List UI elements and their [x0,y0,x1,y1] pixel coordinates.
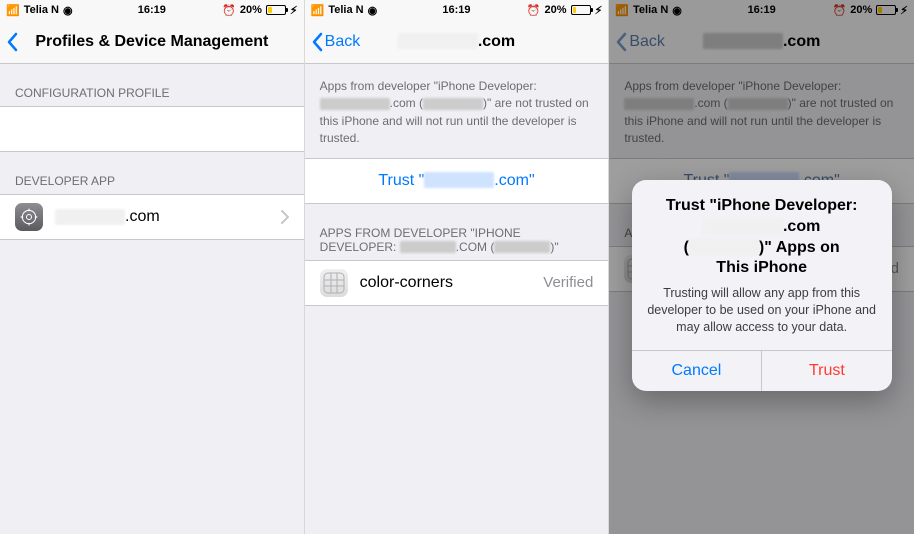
apps-section-header: APPS FROM DEVELOPER "IPHONE DEVELOPER: .… [305,204,609,260]
trust-alert: Trust "iPhone Developer: .com ()" Apps o… [632,180,892,391]
developer-app-cell[interactable]: .com [0,195,304,239]
section-header-devapp: DEVELOPER APP [0,152,304,194]
profile-group [0,106,304,152]
screen-trust-alert: 📶 Telia N ◉ 16:19 ⏰ 20% ⚡︎ Back .com [609,0,914,534]
back-button[interactable]: Back [311,20,361,63]
verified-label: Verified [543,274,593,291]
trust-confirm-button[interactable]: Trust [761,351,892,391]
redacted-hdr-a [400,241,456,253]
settings-gear-icon [15,203,43,231]
alert-title: Trust "iPhone Developer: .com ()" Apps o… [646,196,878,279]
redacted-dev-b [423,98,483,110]
trust-button[interactable]: Trust ".com" [305,159,609,203]
chevron-left-icon [311,32,323,52]
screen-developer-detail: 📶 Telia N ◉ 16:19 ⏰ 20% ⚡︎ Back .com [305,0,610,534]
clock: 16:19 [305,4,609,16]
alert-buttons: Cancel Trust [632,350,892,391]
app-name: color-corners [360,274,453,292]
alert-message: Trusting will allow any app from this de… [646,285,878,336]
section-header-profile: CONFIGURATION PROFILE [0,64,304,106]
apps-group: color-corners Verified [305,260,609,306]
battery-icon [266,5,286,15]
trust-label: Trust ".com" [320,172,594,190]
redacted-trust [424,172,494,188]
app-grid-icon [320,269,348,297]
chevron-right-icon [281,210,289,224]
nav-bar: Profiles & Device Management [0,20,304,64]
trust-group: Trust ".com" [305,158,609,204]
back-label: Back [325,33,361,51]
page-title: Profiles & Device Management [35,33,268,51]
clock: 16:19 [0,4,304,16]
battery-icon [571,5,591,15]
redacted-dev-a [320,98,390,110]
back-button[interactable] [6,20,20,63]
screen-profiles: 📶 Telia N ◉ 16:19 ⏰ 20% ⚡︎ Profiles & De… [0,0,305,534]
trust-description: Apps from developer "iPhone Developer: .… [305,64,609,158]
redacted-devname [55,209,125,225]
cancel-button[interactable]: Cancel [632,351,762,391]
profile-cell[interactable] [0,107,304,151]
redacted-hdr-b [494,241,550,253]
redacted-title [398,33,478,49]
devapp-group: .com [0,194,304,240]
nav-bar: Back .com [305,20,609,64]
chevron-left-icon [6,32,18,52]
status-bar: 📶 Telia N ◉ 16:19 ⏰ 20% ⚡︎ [0,0,304,20]
developer-app-label: .com [55,208,160,226]
app-cell[interactable]: color-corners Verified [305,261,609,305]
page-title: .com [398,33,515,51]
alert-body: Trust "iPhone Developer: .com ()" Apps o… [632,180,892,350]
status-bar: 📶 Telia N ◉ 16:19 ⏰ 20% ⚡︎ [305,0,609,20]
redacted-at2 [689,239,759,255]
redacted-at1 [703,219,783,235]
